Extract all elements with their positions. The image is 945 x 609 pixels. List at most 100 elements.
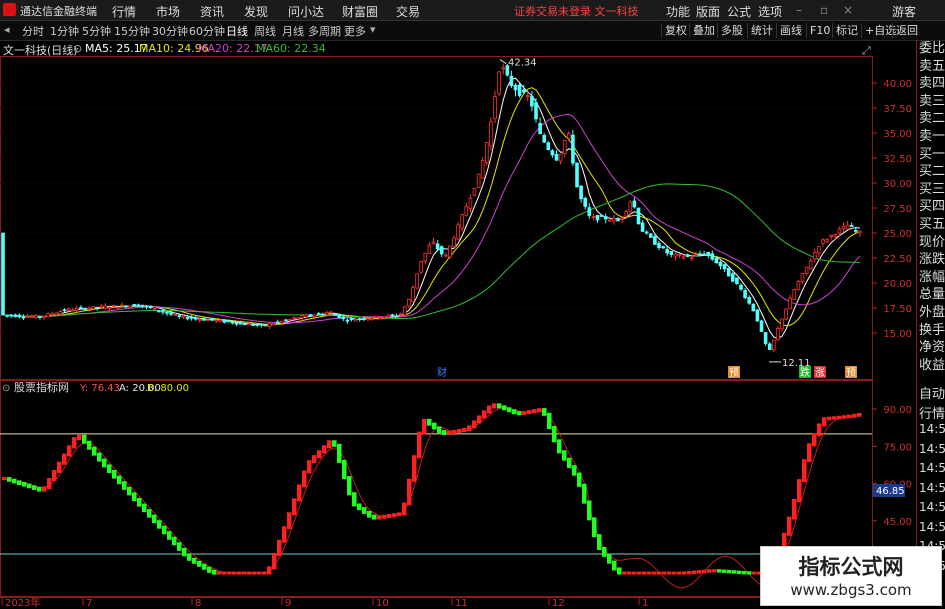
- candle-body: [526, 95, 530, 98]
- time-label: 11: [455, 598, 468, 609]
- indicator-step: [152, 514, 157, 524]
- indicator-step: [472, 420, 477, 429]
- candle-body: [681, 256, 686, 259]
- indicator-step: [352, 492, 357, 507]
- candle-body: [255, 323, 260, 326]
- candle-body: [493, 96, 497, 120]
- candle-body: [833, 234, 838, 237]
- candle-body: [66, 308, 71, 311]
- candle-body: [103, 305, 108, 309]
- candle-body: [58, 311, 63, 315]
- indicator-step: [382, 514, 387, 519]
- event-marker-label[interactable]: 预: [846, 367, 856, 379]
- indicator-step: [47, 478, 52, 490]
- indicator-step: [482, 410, 487, 419]
- candle-body: [210, 317, 214, 321]
- candle-body: [243, 323, 247, 326]
- candle-body: [156, 310, 161, 312]
- candle-body: [751, 303, 756, 312]
- indicator-step: [407, 478, 412, 506]
- indicator-step: [737, 570, 742, 574]
- indicator-step: [107, 464, 112, 474]
- candle-body: [382, 316, 387, 319]
- candle-body: [161, 310, 165, 313]
- indicator-step: [537, 408, 542, 413]
- indicator-step: [802, 459, 807, 483]
- moving-average-lines: [2, 77, 861, 340]
- candle-body: [509, 75, 514, 87]
- event-marker-label[interactable]: 跌: [800, 366, 810, 379]
- indicator-step: [662, 571, 667, 575]
- candle-body: [665, 249, 669, 254]
- indicator-step: [832, 416, 837, 420]
- candle-body: [124, 305, 128, 308]
- candle-body: [185, 317, 190, 320]
- event-marker-label[interactable]: 财: [437, 366, 447, 379]
- event-marker-label[interactable]: 预: [729, 367, 739, 379]
- indicator-step: [317, 450, 322, 459]
- indicator-step: [252, 571, 257, 575]
- time-label: 7: [86, 598, 92, 609]
- candle-body: [292, 317, 296, 320]
- candle-body: [296, 317, 300, 320]
- indicator-step: [752, 571, 757, 575]
- indicator-step: [682, 571, 687, 575]
- indicator-step: [162, 525, 167, 535]
- candle-body: [271, 323, 276, 326]
- indicator-y-value: Y: 76.43: [79, 383, 120, 394]
- indicator-step: [622, 571, 627, 575]
- candle-body: [25, 316, 30, 318]
- indicator-step: [647, 571, 652, 575]
- candle-body: [83, 308, 87, 310]
- indicator-step: [437, 426, 442, 434]
- indicator-step: [497, 403, 502, 409]
- candle-body: [710, 253, 715, 260]
- candle-body: [804, 266, 809, 274]
- event-marker-label[interactable]: 涨: [815, 367, 825, 379]
- indicator-step: [807, 443, 812, 463]
- indicator-step: [532, 409, 537, 414]
- candle-body: [308, 314, 313, 317]
- candle-body: [107, 307, 112, 309]
- candle-body: [731, 273, 735, 282]
- candle-body: [9, 314, 14, 317]
- time-label: 12: [552, 598, 565, 609]
- watermark-title: 指标公式网: [798, 555, 904, 579]
- candle-body: [374, 315, 378, 318]
- candle-body: [513, 84, 518, 91]
- candle-body: [140, 304, 145, 307]
- candle-body: [312, 314, 317, 318]
- indicator-step: [717, 569, 722, 573]
- indicator-step: [332, 440, 337, 447]
- indicator-step: [287, 512, 292, 530]
- indicator-step: [127, 486, 132, 496]
- candle-body: [587, 207, 592, 216]
- indicator-step: [587, 500, 592, 521]
- candle-body: [419, 261, 423, 273]
- indicator-step: [692, 570, 697, 574]
- candle-body: [87, 307, 91, 310]
- candle-body: [562, 140, 567, 155]
- candle-body: [653, 236, 657, 245]
- candle-body: [657, 242, 661, 248]
- indicator-step: [617, 567, 622, 575]
- candle-body: [361, 317, 366, 320]
- indicator-step: [657, 571, 662, 575]
- candle-body: [567, 133, 571, 139]
- indicator-gear-icon[interactable]: ⊙: [2, 383, 10, 394]
- price-extreme-labels: 42.3412.11: [499, 58, 811, 369]
- candle-body: [341, 316, 346, 320]
- indicator-step: [452, 429, 457, 434]
- indicator-step: [812, 433, 817, 447]
- candle-body: [735, 277, 739, 285]
- candle-body: [169, 312, 173, 315]
- candle-body: [763, 332, 768, 344]
- candle-body: [772, 339, 776, 351]
- indicator-y-tick-label: 75.00: [883, 442, 912, 453]
- indicator-step: [572, 465, 577, 476]
- candle-body: [34, 315, 38, 319]
- candle-body: [148, 305, 153, 309]
- indicator-step: [42, 486, 47, 492]
- indicator-step: [487, 405, 492, 414]
- main-grid: [0, 82, 872, 334]
